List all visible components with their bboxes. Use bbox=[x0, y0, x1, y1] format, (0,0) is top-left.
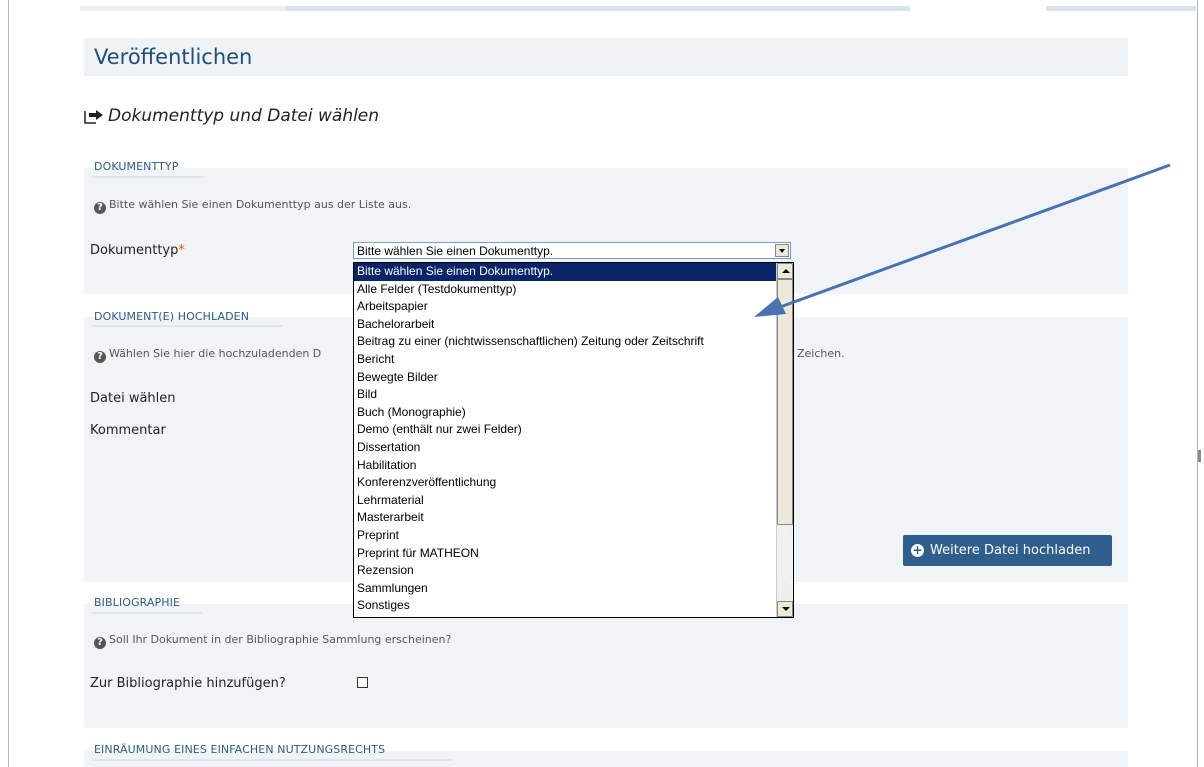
annotation-arrow bbox=[754, 163, 1171, 317]
